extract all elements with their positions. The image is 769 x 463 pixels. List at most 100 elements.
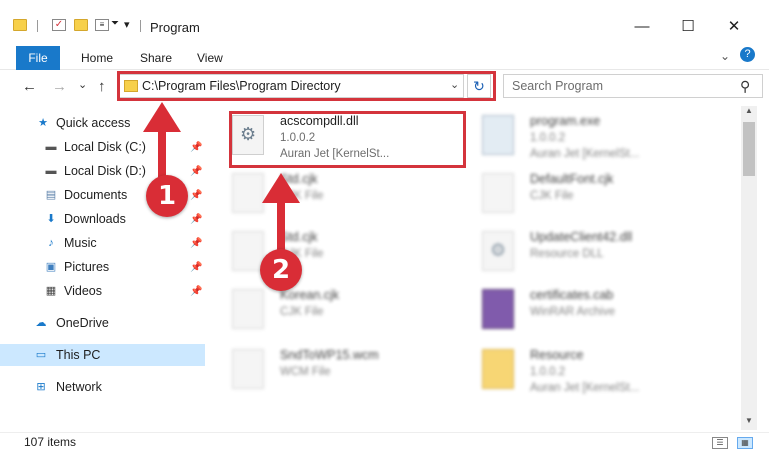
sidebar-item-label: Quick access — [56, 116, 131, 130]
tab-view[interactable]: View — [197, 51, 223, 65]
sidebar-item-label: Local Disk (D:) — [64, 164, 146, 178]
file-item-std-cjk-2[interactable]: Std.cjk CJK File — [212, 228, 462, 284]
sidebar-item-label: Music — [64, 236, 97, 250]
pin-icon[interactable]: 📌 — [190, 238, 202, 249]
help-icon[interactable]: ? — [740, 47, 755, 62]
file-version: 1.0.0.2 — [280, 132, 316, 144]
file-item-program-exe[interactable]: program.exe 1.0.0.2 Auran Jet [KernelSt.… — [462, 112, 712, 168]
file-name: Korean.cjk — [280, 288, 340, 302]
scroll-down-icon[interactable]: ▼ — [741, 416, 757, 430]
recent-locations-button[interactable]: ⌄ — [78, 78, 87, 91]
file-item-resource[interactable]: Resource 1.0.0.2 Auran Jet [KernelSt... — [462, 346, 712, 402]
dll-file-icon — [482, 231, 514, 271]
file-version: 1.0.0.2 — [530, 132, 566, 144]
file-item-updateclient42-dll[interactable]: UpdateClient42.dll Resource DLL — [462, 228, 712, 284]
document-file-icon — [232, 289, 264, 329]
file-type: CJK File — [530, 190, 574, 202]
tab-file[interactable]: File — [16, 46, 60, 70]
pin-icon[interactable]: 📌 — [190, 286, 202, 297]
search-input[interactable]: Search Program — [512, 79, 603, 93]
sidebar-item-label: Network — [56, 380, 102, 394]
computer-icon: ▭ — [35, 349, 47, 361]
file-item-defaultfont-cjk[interactable]: DefaultFont.cjk CJK File — [462, 170, 712, 226]
refresh-icon: ↻ — [473, 77, 485, 94]
file-type: WCM File — [280, 366, 331, 378]
navigation-pane: ★ Quick access ▬ Local Disk (C:) 📌 ▬ Loc… — [0, 106, 205, 430]
tab-home[interactable]: Home — [81, 51, 113, 65]
file-type: CJK File — [280, 306, 324, 318]
sidebar-item-local-disk-c[interactable]: ▬ Local Disk (C:) 📌 — [0, 136, 205, 158]
large-icons-view-icon[interactable]: ▦ — [737, 437, 753, 449]
up-button[interactable]: ↑ — [98, 78, 106, 95]
file-type: WinRAR Archive — [530, 306, 615, 318]
document-file-icon — [232, 173, 264, 213]
folder-icon — [124, 80, 138, 92]
minimize-button[interactable]: — — [619, 12, 665, 40]
forward-button[interactable]: → — [52, 78, 67, 95]
back-button[interactable]: ← — [22, 78, 37, 95]
file-description: Auran Jet [KernelSt... — [280, 148, 390, 160]
annotation-arrow-2-head — [262, 173, 300, 203]
download-icon: ⬇ — [46, 213, 56, 225]
new-folder-icon[interactable] — [74, 19, 88, 31]
chevron-down-icon[interactable]: ⌄ — [720, 49, 730, 63]
file-item-certificates-cab[interactable]: certificates.cab WinRAR Archive — [462, 286, 712, 342]
ribbon: File Home Share View ⌄ ? — [0, 42, 769, 70]
file-name: SndToWP15.wcm — [280, 348, 379, 362]
file-name: Resource — [530, 348, 584, 362]
cloud-icon: ☁ — [35, 317, 47, 329]
file-name: certificates.cab — [530, 288, 614, 302]
folder-icon — [482, 349, 514, 389]
pin-icon[interactable]: 📌 — [190, 190, 202, 201]
sidebar-item-network[interactable]: ⊞ Network — [0, 376, 205, 398]
sidebar-item-label: Pictures — [64, 260, 110, 274]
search-icon[interactable]: ⚲ — [740, 78, 750, 95]
close-button[interactable]: ✕ — [711, 12, 757, 40]
sidebar-item-onedrive[interactable]: ☁ OneDrive — [0, 312, 205, 334]
file-item-acscompdll[interactable]: acscompdll.dll 1.0.0.2 Auran Jet [Kernel… — [212, 112, 462, 168]
pin-icon[interactable]: 📌 — [190, 214, 202, 225]
sidebar-item-this-pc[interactable]: ▭ This PC — [0, 344, 205, 366]
document-file-icon — [232, 349, 264, 389]
address-text[interactable]: C:\Program Files\Program Directory — [142, 79, 341, 93]
address-bar[interactable]: C:\Program Files\Program Directory ⌄ — [119, 74, 464, 98]
file-name: Std.cjk — [280, 230, 318, 244]
scrollbar-thumb[interactable] — [743, 122, 755, 176]
documents-icon: ▤ — [45, 189, 57, 201]
pin-icon[interactable]: 📌 — [190, 166, 202, 177]
star-icon: ★ — [38, 117, 48, 129]
file-name: DefaultFont.cjk — [530, 172, 614, 186]
pin-icon[interactable]: 📌 — [190, 142, 202, 153]
tab-share[interactable]: Share — [140, 51, 172, 65]
chevron-down-icon[interactable]: ⌄ — [450, 78, 459, 91]
toolbar-dropdown-icon[interactable]: ▾ — [124, 18, 130, 31]
customize-toolbar-icon[interactable]: ≡ — [95, 19, 109, 31]
refresh-button[interactable]: ↻ — [467, 74, 491, 98]
maximize-button[interactable]: ☐ — [665, 12, 711, 40]
properties-icon[interactable]: ✓ — [52, 19, 66, 31]
file-name: program.exe — [530, 114, 601, 128]
pin-icon[interactable]: 📌 — [190, 262, 202, 273]
details-view-icon[interactable]: ☰ — [712, 437, 728, 449]
scroll-up-icon[interactable]: ▲ — [741, 106, 757, 120]
sidebar-item-videos[interactable]: ▦ Videos 📌 — [0, 280, 205, 302]
chevron-down-icon[interactable]: ⏷ — [111, 18, 119, 29]
file-description: Auran Jet [KernelSt... — [530, 148, 640, 160]
file-name: UpdateClient42.dll — [530, 230, 633, 244]
sidebar-item-label: This PC — [56, 348, 101, 362]
file-item-std-cjk[interactable]: Std.cjk CJK File — [212, 170, 462, 226]
window-title: Program — [150, 20, 200, 35]
sidebar-item-music[interactable]: ♪ Music 📌 — [0, 232, 205, 254]
file-type: Resource DLL — [530, 248, 604, 260]
step-1-badge: 1 — [146, 175, 188, 217]
drive-icon: ▬ — [45, 141, 57, 153]
file-item-korean-cjk[interactable]: Korean.cjk CJK File — [212, 286, 462, 342]
step-2-badge: 2 — [260, 249, 302, 291]
item-count: 107 items — [24, 435, 77, 449]
file-item-sndtowp15-wcm[interactable]: SndToWP15.wcm WCM File — [212, 346, 462, 402]
status-bar: 107 items ☰ ▦ — [0, 432, 769, 463]
search-box[interactable]: Search Program ⚲ — [503, 74, 763, 98]
winrar-archive-icon — [482, 289, 514, 329]
vertical-scrollbar[interactable]: ▲ ▼ — [741, 106, 757, 430]
sidebar-item-pictures[interactable]: ▣ Pictures 📌 — [0, 256, 205, 278]
